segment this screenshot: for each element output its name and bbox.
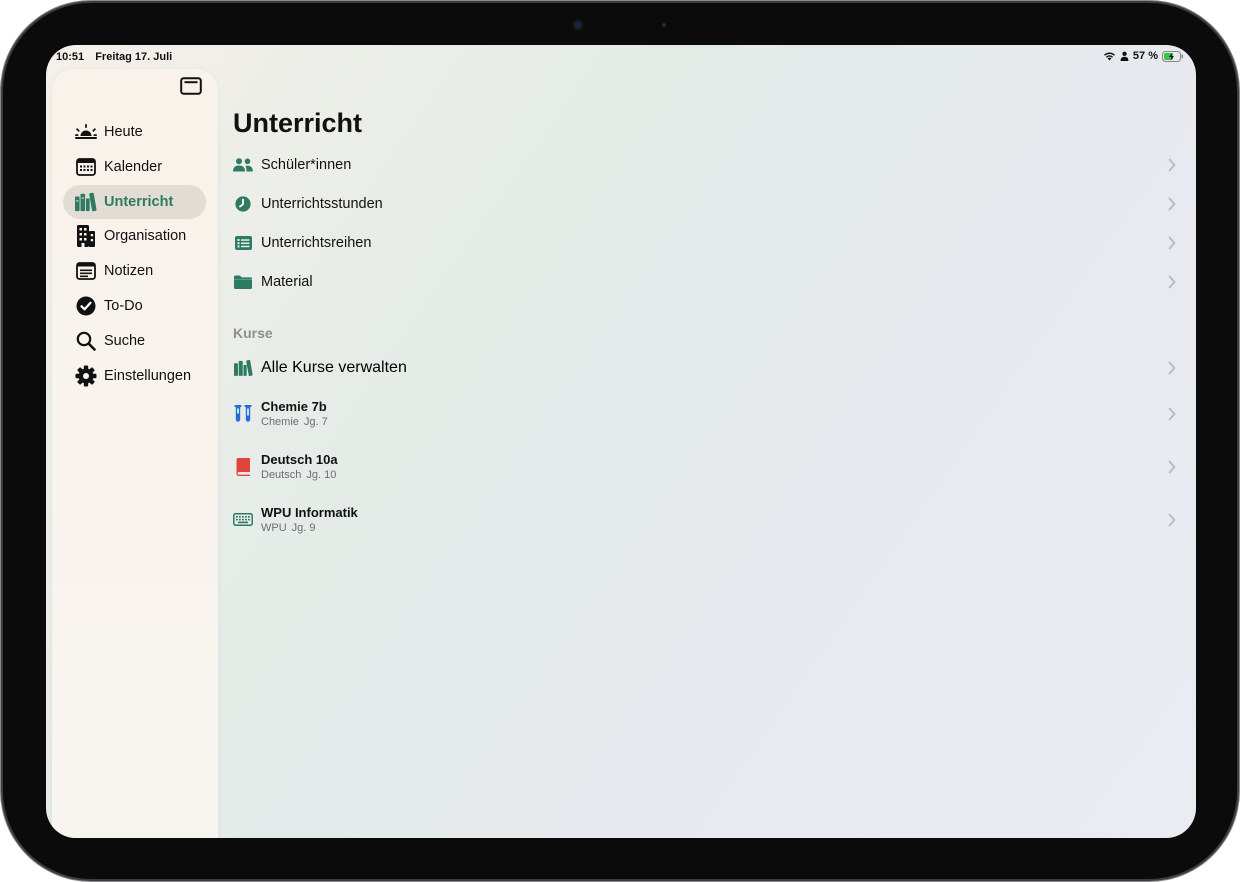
sidebar-item-label: Einstellungen <box>104 367 192 384</box>
list-item-unterrichtsstunden[interactable]: Unterrichtsstunden <box>232 184 1182 223</box>
sidebar-item-kalender[interactable]: Kalender <box>63 150 206 184</box>
row-label: Material <box>261 273 313 290</box>
course-title: Deutsch 10a <box>261 452 338 467</box>
camera-housing <box>520 17 710 35</box>
course-item-wpu-informatik[interactable]: WPU Informatik WPU Jg. 9 <box>232 493 1182 546</box>
course-item-chemie[interactable]: Chemie 7b Chemie Jg. 7 <box>232 387 1182 440</box>
sensor-dot <box>662 23 666 27</box>
sidebar-item-unterricht[interactable]: Unterricht <box>63 184 206 219</box>
course-title: WPU Informatik <box>261 505 358 520</box>
search-icon <box>75 330 97 352</box>
status-left: 10:51 Freitag 17. Juli <box>56 51 180 63</box>
chevron-right-icon <box>1168 236 1176 249</box>
chevron-right-icon <box>1168 275 1176 288</box>
sidebar-item-label: Organisation <box>104 228 187 245</box>
chevron-right-icon <box>1168 158 1176 171</box>
row-label: Unterrichtsstunden <box>261 195 383 212</box>
course-grade: Jg. 10 <box>306 469 337 481</box>
list-item-schueler[interactable]: Schüler*innen <box>232 145 1182 184</box>
section-header-kurse: Kurse <box>233 325 273 341</box>
chevron-right-icon <box>1168 361 1176 375</box>
sidebar-item-label: Heute <box>104 124 143 140</box>
test-tubes-icon <box>233 404 253 424</box>
note-icon <box>75 260 97 282</box>
people-icon <box>233 155 253 175</box>
course-subtitle: Deutsch Jg. 10 <box>261 469 341 481</box>
chevron-right-icon <box>1168 460 1176 473</box>
sidebar-item-label: Kalender <box>104 158 163 175</box>
sidebar-item-label: Suche <box>104 332 146 349</box>
course-grade: Jg. 9 <box>291 522 316 534</box>
course-subject: Chemie <box>261 416 299 428</box>
sidebar-item-einstellungen[interactable]: Einstellungen <box>63 359 206 393</box>
list-item-alle-kurse[interactable]: Alle Kurse verwalten <box>232 349 1182 387</box>
sidebar-item-todo[interactable]: To-Do <box>63 289 206 323</box>
status-time: 10:51 <box>56 51 85 63</box>
checkmark-circle-icon <box>75 295 97 317</box>
sidebar: Heute Kalender Unterricht Organisation N… <box>52 69 218 838</box>
calendar-icon <box>75 156 97 178</box>
sidebar-item-heute[interactable]: Heute <box>63 115 206 149</box>
sidebar-item-label: Unterricht <box>104 193 174 210</box>
course-title: Chemie 7b <box>261 399 327 414</box>
row-label: Schüler*innen <box>261 156 352 173</box>
sidebar-item-organisation[interactable]: Organisation <box>63 219 206 253</box>
chevron-right-icon <box>1168 197 1176 210</box>
list-item-material[interactable]: Material <box>232 262 1182 301</box>
list-item-unterrichtsreihen[interactable]: Unterrichtsreihen <box>232 223 1182 262</box>
courses-list: Alle Kurse verwalten Chemie 7b Chemie Jg… <box>232 349 1182 546</box>
course-subtitle: Chemie Jg. 7 <box>261 416 333 428</box>
list-icon <box>233 233 253 253</box>
folder-icon <box>233 272 253 292</box>
sidebar-nav: Heute Kalender Unterricht Organisation N… <box>63 115 206 393</box>
course-subtitle: WPU Jg. 9 <box>261 522 358 534</box>
main-content: Unterricht Schüler*innen Unterrichtsstun… <box>232 45 1182 838</box>
sidebar-item-label: To-Do <box>104 297 143 314</box>
sidebar-toggle-button[interactable] <box>180 77 202 95</box>
row-label: Unterrichtsreihen <box>261 234 372 251</box>
building-icon <box>75 225 97 248</box>
row-label: Alle Kurse verwalten <box>261 359 407 376</box>
keyboard-icon <box>233 510 253 530</box>
unterricht-list: Schüler*innen Unterrichtsstunden Unterri… <box>232 145 1182 301</box>
sidebar-item-notizen[interactable]: Notizen <box>63 254 206 288</box>
course-text: Chemie 7b Chemie Jg. 7 <box>261 399 333 428</box>
course-text: Deutsch 10a Deutsch Jg. 10 <box>261 452 341 481</box>
course-subject: WPU <box>261 522 287 534</box>
sunrise-icon <box>75 121 97 143</box>
course-subject: Deutsch <box>261 469 302 481</box>
chevron-right-icon <box>1168 407 1176 420</box>
books-icon <box>233 358 253 378</box>
sidebar-item-suche[interactable]: Suche <box>63 324 206 358</box>
sidebar-item-label: Notizen <box>104 263 154 280</box>
book-icon <box>233 457 253 477</box>
camera-lens <box>574 21 582 29</box>
course-item-deutsch[interactable]: Deutsch 10a Deutsch Jg. 10 <box>232 440 1182 493</box>
books-icon <box>75 191 97 213</box>
course-grade: Jg. 7 <box>303 416 328 428</box>
screen: 10:51 Freitag 17. Juli 57 % Heute Kalend… <box>46 45 1196 838</box>
course-text: WPU Informatik WPU Jg. 9 <box>261 505 358 534</box>
gear-icon <box>75 365 97 387</box>
page-title: Unterricht <box>233 108 363 138</box>
status-date: Freitag 17. Juli <box>95 51 173 63</box>
sidebar-toggle-icon <box>180 77 202 95</box>
clock-icon <box>233 194 253 214</box>
chevron-right-icon <box>1168 513 1176 526</box>
